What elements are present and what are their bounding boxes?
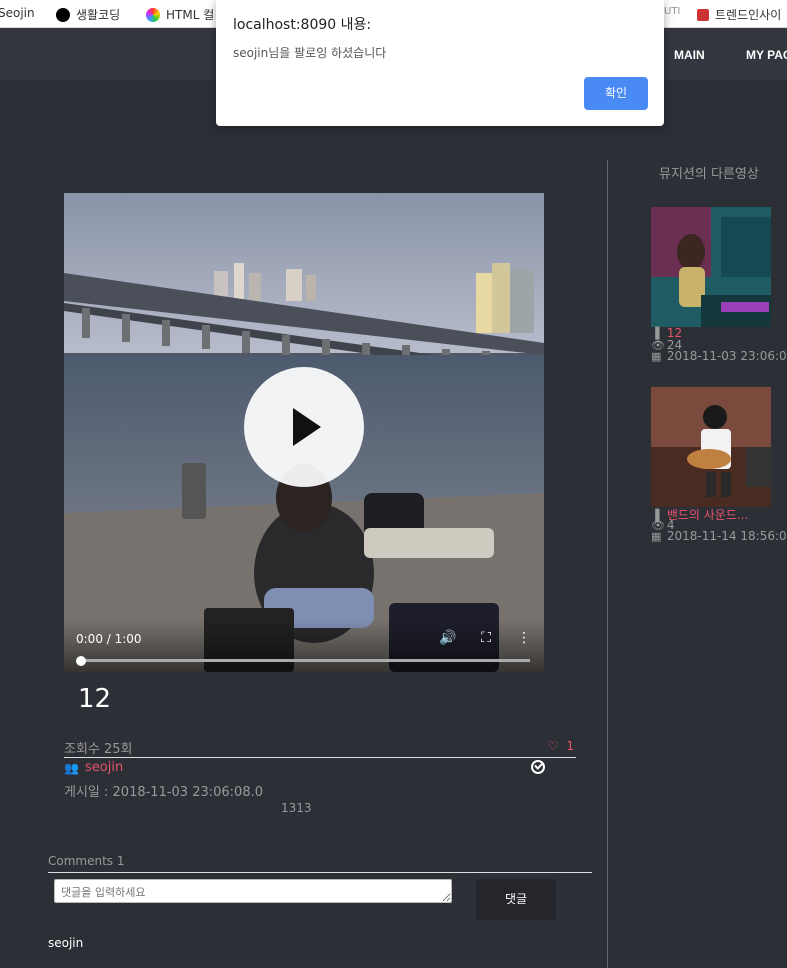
post-date: 게시일 : 2018-11-03 23:06:08.0 [64,785,263,800]
black-circle-icon [56,7,70,22]
bookmark-life-coding[interactable]: 생활코딩 [56,6,120,23]
bookmark-html-color[interactable]: HTML 컬 [146,6,214,23]
play-button[interactable] [244,367,364,487]
follow-check-icon[interactable] [531,760,545,774]
bookmark-label: HTML 컬 [166,8,215,22]
video-progress-bar[interactable] [76,655,530,666]
calendar-icon: ▦ [651,350,662,363]
view-count: 조회수 25회 [64,742,133,757]
like-count: 1 [566,739,574,753]
sidebar-video-thumbnail[interactable] [651,207,771,327]
bookmark-label: 트렌드인사이 [715,8,782,22]
user-icon: 👥 [64,761,79,775]
author-row: 👥 seojin [64,760,576,778]
video-player[interactable]: 0:00 / 1:00 🔊 ⛶ ⋮ [64,193,544,672]
alert-dialog: localhost:8090 내용: seojin님을 팔로잉 하셨습니다 확인 [216,0,664,126]
thumbnail-image [651,207,771,327]
sidebar-video-date-row: ▦ 2018-11-14 18:56:07 [651,529,787,543]
nav-main-link[interactable]: MAIN [674,48,705,62]
alert-title: localhost:8090 내용: [233,17,372,33]
nav-mypage-link[interactable]: MY PAG [746,48,787,62]
alert-ok-button[interactable]: 확인 [584,77,648,110]
fullscreen-icon[interactable]: ⛶ [477,630,495,648]
trend-icon [697,8,709,21]
sidebar-video-date: 2018-11-14 18:56:07 [666,529,787,543]
volume-icon[interactable]: 🔊 [439,630,457,648]
bookmark-label: Seojin [0,6,35,20]
views-row: 조회수 25회 ♡ 1 [64,738,576,758]
calendar-icon: ▦ [651,530,662,543]
sidebar-video-date: 2018-11-03 23:06:08 [666,349,787,363]
color-wheel-icon [146,7,160,22]
alert-message: seojin님을 팔로잉 하셨습니다 [233,46,387,60]
video-time: 0:00 / 1:00 [76,632,142,646]
comment-submit-button[interactable]: 댓글 [476,879,556,920]
comment-input[interactable] [54,879,452,903]
bookmark-seojin[interactable]: Seojin [0,6,35,20]
sidebar-video-date-row: ▦ 2018-11-03 23:06:08 [651,349,787,363]
heart-icon: ♡ [547,739,559,753]
comments-header: Comments 1 [48,854,592,873]
sidebar-video-thumbnail[interactable] [651,387,771,507]
column-divider [607,160,608,968]
like-button[interactable]: ♡ 1 [548,739,574,753]
author-link[interactable]: seojin [85,760,123,775]
sidebar-title: 뮤지션의 다른영상 [659,167,759,182]
post-title: 12 [78,684,112,714]
thumbnail-image [651,387,771,507]
sidebar-video-name[interactable]: 밴드의 사운드... [667,508,749,522]
bookmark-label: UTI [664,6,681,17]
more-options-icon[interactable]: ⋮ [515,630,533,648]
bookmark-label: 생활코딩 [76,8,121,22]
post-content: 1313 [281,801,312,815]
bookmark-trend[interactable]: 트렌드인사이 [697,6,781,23]
video-controls: 0:00 / 1:00 🔊 ⛶ ⋮ [64,620,544,672]
video-progress-thumb[interactable] [76,655,86,666]
bookmark-uti[interactable]: UTI [664,6,680,17]
comment-author: seojin [48,936,84,950]
